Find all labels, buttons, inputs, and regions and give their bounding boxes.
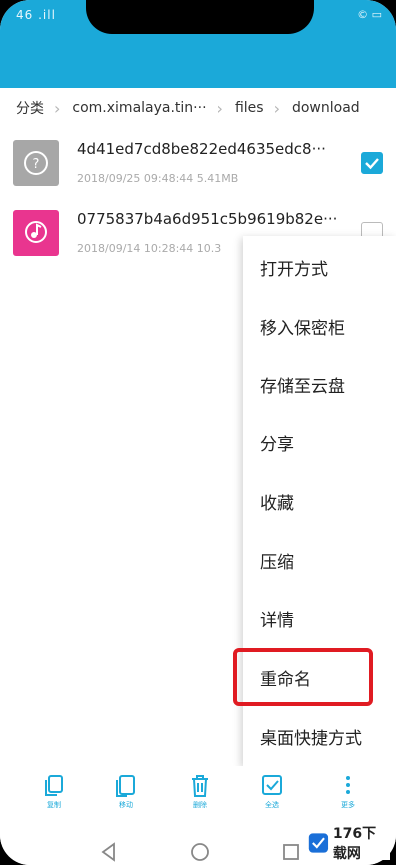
breadcrumb-item-files[interactable]: files	[223, 100, 264, 116]
checkmark-icon	[365, 158, 379, 170]
file-name: 4d41ed7cd8be822ed4635edc8···	[77, 140, 326, 158]
chevron-right-icon: ›	[216, 98, 223, 118]
delete-label: 删除	[193, 801, 207, 809]
rename-highlight-box	[233, 648, 373, 706]
move-label: 移动	[119, 801, 133, 809]
breadcrumb-item-download[interactable]: download	[280, 100, 360, 116]
menu-item-move-to-safe[interactable]: 移入保密柜	[243, 297, 396, 355]
file-checkbox[interactable]	[361, 152, 383, 174]
download-site-logo-icon	[308, 833, 329, 853]
select-all-button[interactable]: 全选	[250, 774, 294, 818]
music-file-icon	[13, 210, 59, 256]
status-signal: 46 .ill	[16, 8, 56, 22]
menu-item-open-with[interactable]: 打开方式	[243, 238, 396, 296]
back-icon[interactable]	[99, 842, 119, 862]
unknown-file-icon: ?	[13, 140, 59, 186]
file-meta: 2018/09/14 10:28:44 10.3	[77, 242, 222, 255]
status-battery: © ▭	[357, 8, 382, 21]
camera-notch	[86, 0, 314, 34]
copy-label: 复制	[47, 801, 61, 809]
watermark: 176下载网	[308, 826, 390, 862]
watermark-text: 176下载网	[332, 826, 377, 862]
breadcrumb: 分类 › com.ximalaya.tin··· › files › downl…	[0, 88, 396, 128]
more-icon	[346, 776, 350, 794]
menu-item-desktop-shortcut[interactable]: 桌面快捷方式	[243, 707, 396, 765]
delete-button[interactable]: 删除	[178, 774, 222, 818]
breadcrumb-item-category[interactable]: 分类	[0, 98, 44, 118]
recents-icon[interactable]	[281, 842, 301, 862]
menu-item-share[interactable]: 分享	[243, 413, 396, 471]
more-button[interactable]: 更多	[326, 774, 370, 818]
chevron-right-icon: ›	[54, 98, 61, 118]
home-icon[interactable]	[190, 842, 210, 862]
select-all-icon	[262, 775, 282, 795]
move-icon	[116, 775, 135, 797]
file-meta: 2018/09/25 09:48:44 5.41MB	[77, 172, 239, 185]
delete-icon	[192, 775, 208, 797]
move-button[interactable]: 移动	[104, 774, 148, 818]
bottom-toolbar: 复制 移动 删除 全选 更多	[0, 766, 396, 820]
breadcrumb-item-app[interactable]: com.ximalaya.tin···	[60, 100, 206, 116]
copy-button[interactable]: 复制	[32, 774, 76, 818]
list-item[interactable]: ? 4d41ed7cd8be822ed4635edc8··· 2018/09/2…	[0, 128, 396, 198]
copy-icon	[45, 775, 63, 796]
svg-text:?: ?	[33, 157, 40, 172]
select-all-label: 全选	[265, 801, 279, 809]
file-name: 0775837b4a6d951c5b9619b82e···	[77, 210, 338, 228]
chevron-right-icon: ›	[273, 98, 280, 118]
phone-screen: 46 .ill © ▭ 分类 › com.ximalaya.tin··· › f…	[0, 0, 396, 865]
more-label: 更多	[341, 801, 355, 809]
menu-item-favorite[interactable]: 收藏	[243, 472, 396, 530]
menu-item-compress[interactable]: 压缩	[243, 531, 396, 589]
menu-item-details[interactable]: 详情	[243, 589, 396, 647]
menu-item-save-to-cloud[interactable]: 存储至云盘	[243, 355, 396, 413]
